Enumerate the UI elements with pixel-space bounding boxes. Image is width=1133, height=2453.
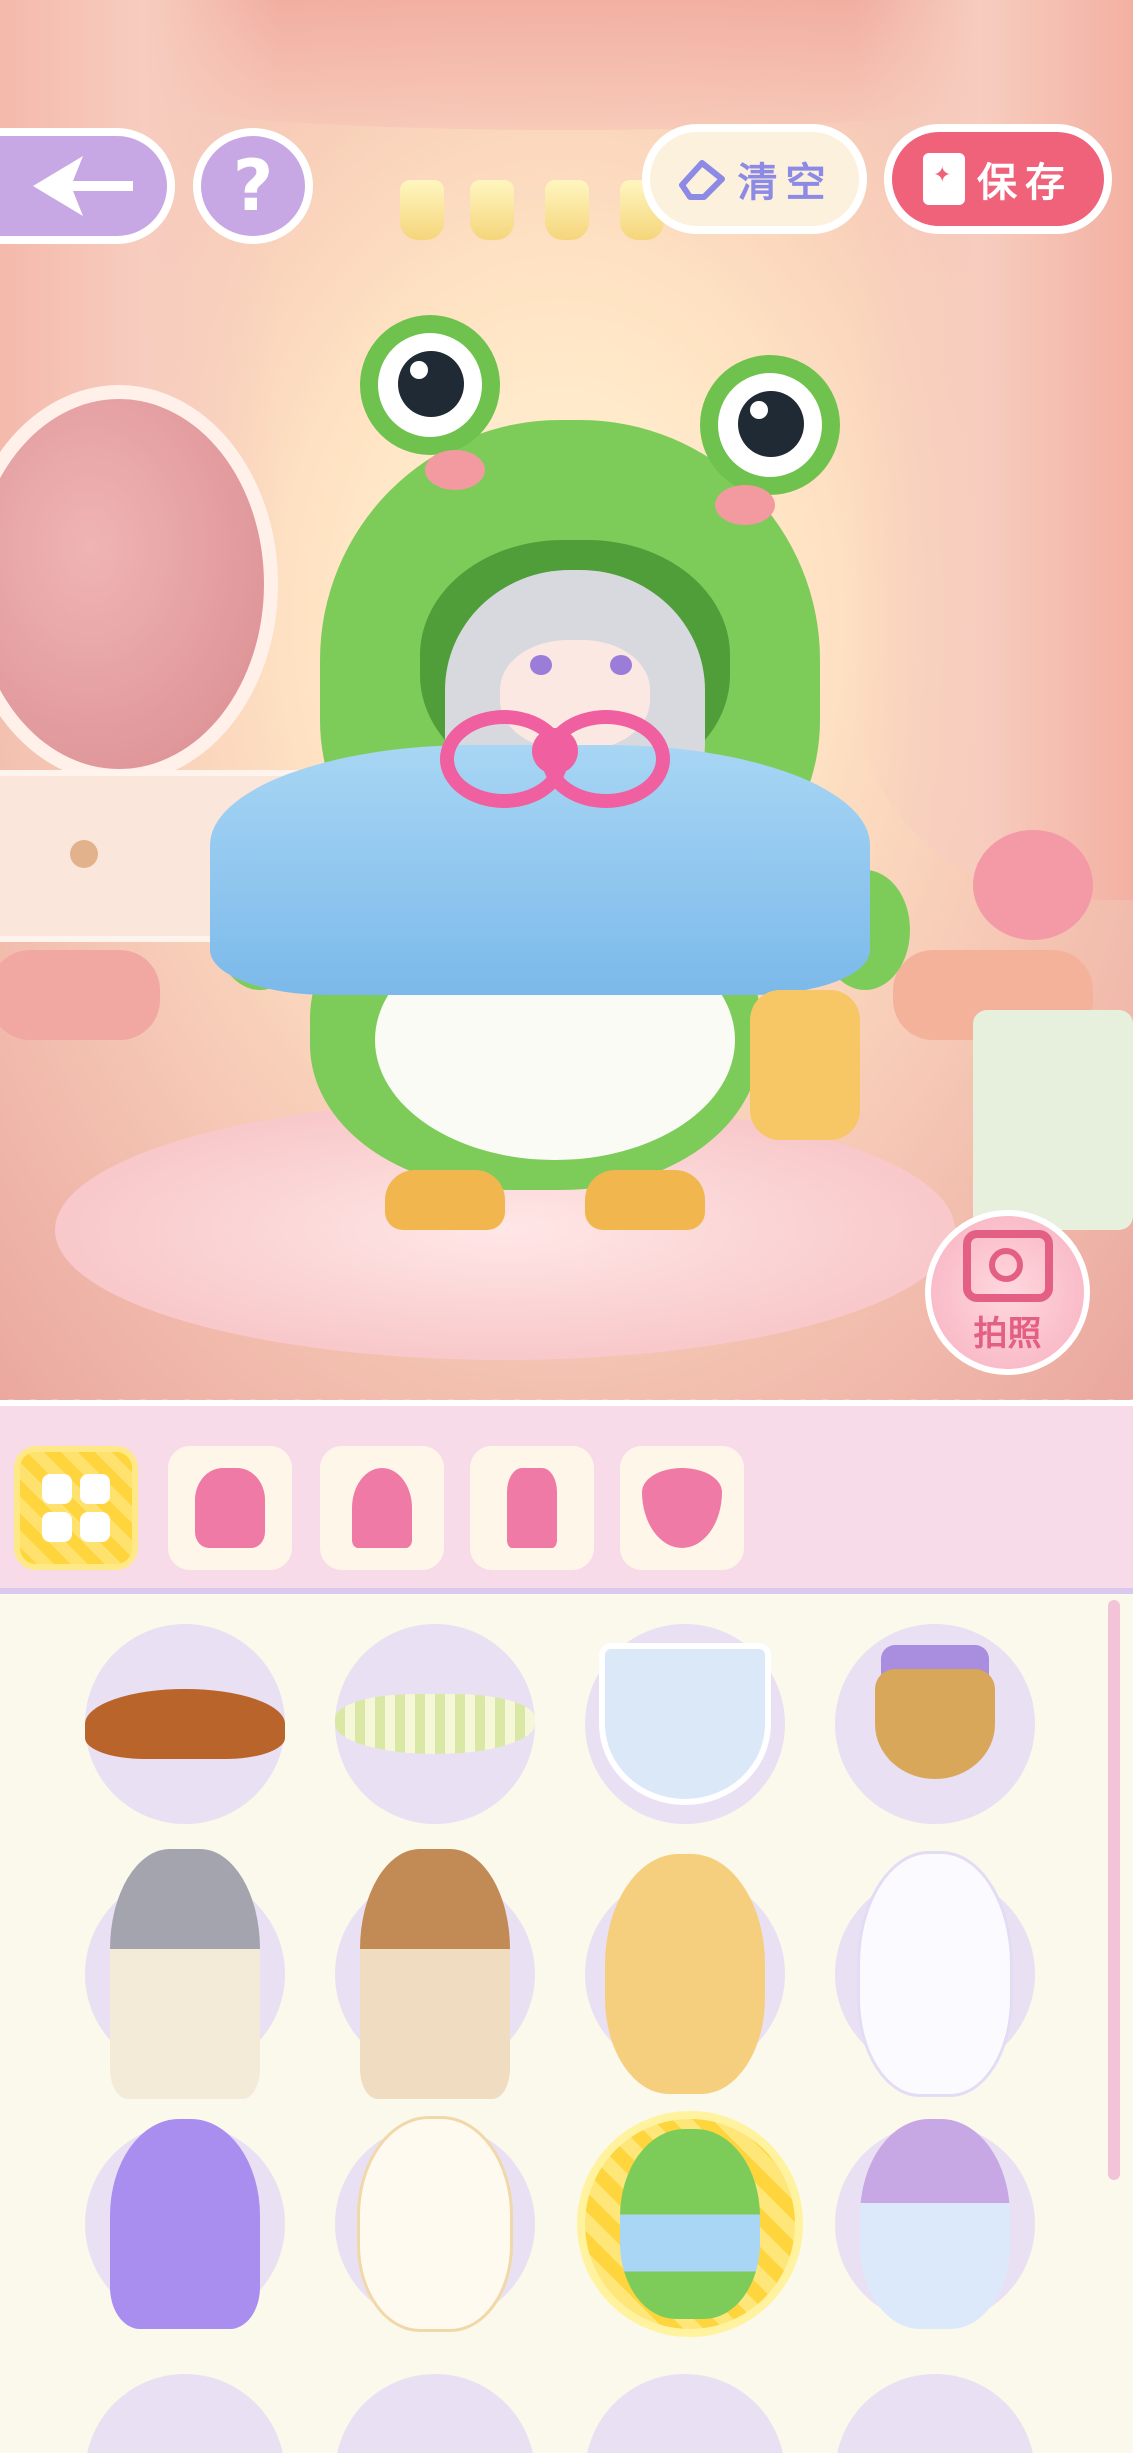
collar-icon [335,1694,535,1754]
pink-ribbon-bow [440,700,670,820]
item-grid [0,1594,1133,2453]
hamster-costume-icon [860,2119,1010,2329]
item-hamster-costume[interactable] [835,2119,1035,2329]
hat-icon [352,1468,412,1548]
basket-icon [875,1669,995,1779]
save-label: 保存 [977,160,1073,206]
category-tab-hat[interactable] [320,1446,444,1570]
drawer-knob [70,840,98,868]
clear-label: 清空 [737,160,834,206]
list-item[interactable] [835,2374,1035,2453]
item-brown-polka-scarf[interactable] [85,1624,285,1824]
item-white-cat-costume[interactable] [335,2119,535,2329]
bear-costume-icon [605,1854,765,2094]
item-poker-card-bib[interactable] [585,1624,785,1824]
photo-label: 拍照 [973,1314,1042,1354]
frog-cheek [425,450,485,490]
photo-button[interactable]: 拍照 [925,1210,1090,1375]
frog-foot-right [585,1170,705,1230]
yellow-pouch [750,990,860,1140]
stool [0,950,160,1040]
ceiling-lamp [470,180,514,240]
list-item[interactable] [335,2374,535,2453]
item-calico-cat-costume[interactable] [335,1849,535,2099]
mannequin-icon [507,1468,557,1548]
category-tab-necklace[interactable] [620,1446,744,1570]
item-bunny-costume[interactable] [835,1854,1035,2094]
help-button[interactable]: ? [193,128,313,244]
item-bear-costume[interactable] [585,1854,785,2094]
document-icon [923,153,965,205]
category-tab-hood[interactable] [168,1446,292,1570]
octopus-costume-icon [110,2119,260,2329]
pink-bow-decoration [973,830,1093,940]
list-item[interactable] [585,2374,785,2453]
cat-costume-icon [110,1849,260,2099]
item-purple-octopus-costume[interactable] [85,2119,285,2329]
item-scrollbar[interactable] [1108,1600,1120,2180]
category-tab-outfit[interactable] [470,1446,594,1570]
help-label: ? [232,145,274,227]
frog-costume-icon [620,2129,760,2319]
frog-eye-right [700,355,840,495]
item-grey-cat-costume[interactable] [85,1849,285,2099]
list-item[interactable] [85,2374,285,2453]
bunny-costume-icon [860,1854,1010,2094]
ceiling-lamp [400,180,444,240]
hood-icon [195,1468,265,1548]
item-green-check-collar[interactable] [335,1624,535,1824]
character-eye [530,655,552,675]
frog-eye-left [360,315,500,455]
frog-foot-left [385,1170,505,1230]
back-button[interactable] [0,128,175,244]
gift-box [973,1010,1133,1230]
save-button[interactable]: 保存 [884,124,1112,234]
ceiling-lamp [545,180,589,240]
category-tab-all[interactable] [14,1446,138,1570]
clear-button[interactable]: 清空 [642,124,867,234]
scarf-icon [85,1689,285,1759]
character-eye [610,655,632,675]
bib-icon [599,1643,771,1805]
cat-costume-icon [360,1849,510,2099]
back-arrow-icon [32,156,133,216]
grid-icon [42,1474,110,1542]
necklace-icon [642,1468,722,1548]
item-flower-basket[interactable] [835,1624,1035,1824]
eraser-icon [678,160,725,200]
cat-costume-icon [360,2119,510,2329]
category-bar [0,1400,1133,1592]
camera-icon [962,1230,1053,1302]
frog-cheek [715,485,775,525]
item-frog-costume[interactable] [585,2119,795,2329]
